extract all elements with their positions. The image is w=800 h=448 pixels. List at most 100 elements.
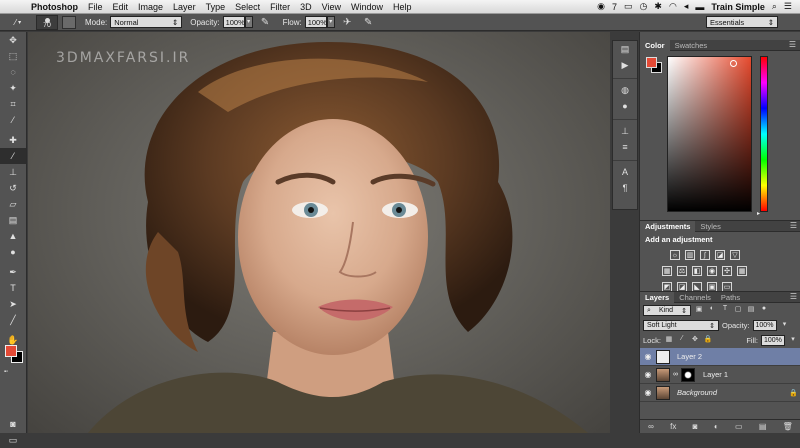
flow-slider-toggle[interactable]: ▾ <box>326 16 335 28</box>
new-adjustment-layer-icon[interactable]: ◐ <box>714 422 719 431</box>
brush-panel-toggle[interactable] <box>62 15 76 29</box>
brush-presets-panel-icon[interactable]: ◍ <box>613 82 637 98</box>
lasso-tool-icon[interactable]: ◌ <box>0 64 26 80</box>
hue-slider[interactable] <box>760 56 768 212</box>
layer-name[interactable]: Layer 1 <box>699 370 800 379</box>
screen-mode-icon[interactable]: ▭ <box>0 432 26 448</box>
user-name[interactable]: Train Simple <box>711 2 765 12</box>
color-picker-cursor[interactable] <box>730 60 737 67</box>
tab-paths[interactable]: Paths <box>716 292 745 303</box>
menu-edit[interactable]: Edit <box>108 2 134 12</box>
channel-mixer-icon[interactable]: ✣ <box>722 266 732 276</box>
pressure-opacity-icon[interactable]: ✎ <box>259 17 272 28</box>
hue-saturation-icon[interactable]: ▦ <box>662 266 672 276</box>
opacity-input[interactable]: 100% <box>222 16 245 28</box>
blur-tool-icon[interactable]: ▲ <box>0 228 26 244</box>
tool-preset-picker[interactable]: ⁄ ▾ <box>0 18 36 27</box>
lock-pixels-icon[interactable]: ⁄ <box>677 335 687 346</box>
tab-layers[interactable]: Layers <box>640 291 675 303</box>
menu-image[interactable]: Image <box>133 2 168 12</box>
filter-toggle-icon[interactable]: ● <box>759 305 769 316</box>
volume-icon[interactable]: ◂ <box>684 1 689 12</box>
workspace-switcher[interactable]: Essentials ⇕ <box>706 16 778 28</box>
opacity-slider-toggle[interactable]: ▾ <box>244 16 253 28</box>
default-colors-icon[interactable]: ▪▫ <box>0 364 26 380</box>
add-mask-icon[interactable]: ◙ <box>693 422 698 431</box>
eyedropper-tool-icon[interactable]: ⁄ <box>0 112 26 128</box>
black-white-icon[interactable]: ◧ <box>692 266 702 276</box>
gradient-tool-icon[interactable]: ▤ <box>0 212 26 228</box>
layer-name[interactable]: Layer 2 <box>673 352 800 361</box>
eraser-tool-icon[interactable]: ▱ <box>0 196 26 212</box>
paragraph-panel-icon[interactable]: ¶ <box>613 180 637 196</box>
menu-window[interactable]: Window <box>346 2 388 12</box>
move-tool-icon[interactable]: ✥ <box>0 32 26 48</box>
actions-panel-icon[interactable]: ▶ <box>613 57 637 73</box>
vibrance-icon[interactable]: ▽ <box>730 250 740 260</box>
menu-3d[interactable]: 3D <box>295 2 317 12</box>
bluetooth-icon[interactable]: ✱ <box>654 1 662 12</box>
path-selection-tool-icon[interactable]: ➤ <box>0 296 26 312</box>
tab-adjustments[interactable]: Adjustments <box>640 220 696 232</box>
menu-view[interactable]: View <box>317 2 346 12</box>
clone-stamp-tool-icon[interactable]: ⊥ <box>0 164 26 180</box>
sync-icon[interactable]: ◉ <box>597 1 605 12</box>
link-layers-icon[interactable]: ∞ <box>648 422 654 431</box>
history-panel-icon[interactable]: ▤ <box>613 41 637 57</box>
panel-menu-icon[interactable]: ☰ <box>790 221 797 230</box>
delete-layer-icon[interactable]: 🗑 <box>783 422 793 431</box>
healing-brush-tool-icon[interactable]: ✚ <box>0 132 26 148</box>
menu-filter[interactable]: Filter <box>265 2 295 12</box>
opacity-slider-toggle[interactable]: ▾ <box>780 320 790 331</box>
brush-size-picker[interactable]: 70 <box>36 14 58 30</box>
document-canvas[interactable]: 3DMAXFARSI.IR <box>28 32 610 433</box>
layer-row-layer-2[interactable]: ◉ Layer 2 <box>640 348 800 366</box>
history-brush-tool-icon[interactable]: ↺ <box>0 180 26 196</box>
layer-mask-thumbnail[interactable] <box>681 367 695 382</box>
menu-layer[interactable]: Layer <box>168 2 201 12</box>
hue-slider-marker-icon[interactable]: ▸ <box>757 210 760 217</box>
photo-filter-icon[interactable]: ◉ <box>707 266 717 276</box>
new-layer-icon[interactable]: ▤ <box>759 422 767 431</box>
layer-row-layer-1[interactable]: ◉ ∞ Layer 1 <box>640 366 800 384</box>
menu-help[interactable]: Help <box>388 2 417 12</box>
menu-type[interactable]: Type <box>201 2 231 12</box>
filter-smart-object-icon[interactable]: ▤ <box>746 305 756 316</box>
layer-filter-dropdown[interactable]: ⌕ Kind ⇕ <box>643 305 691 316</box>
layer-row-background[interactable]: ◉ Background 🔒 <box>640 384 800 402</box>
panel-menu-icon[interactable]: ☰ <box>790 292 797 301</box>
filter-type-icon[interactable]: T <box>720 305 730 316</box>
blend-mode-dropdown[interactable]: Soft Light ⇕ <box>643 320 719 331</box>
spotlight-search-icon[interactable]: ⌕ <box>772 1 777 12</box>
layer-name[interactable]: Background <box>673 388 789 397</box>
lock-all-icon[interactable]: 🔒 <box>703 335 713 346</box>
visibility-eye-icon[interactable]: ◉ <box>640 388 656 397</box>
levels-icon[interactable]: ▥ <box>685 250 695 260</box>
mode-dropdown[interactable]: Normal ⇕ <box>110 16 183 28</box>
color-panel-foreground-swatch[interactable] <box>646 57 657 68</box>
exposure-icon[interactable]: ◪ <box>715 250 725 260</box>
tab-channels[interactable]: Channels <box>674 292 716 303</box>
menu-select[interactable]: Select <box>230 2 265 12</box>
character-panel-icon[interactable]: A <box>613 164 637 180</box>
wifi-icon[interactable]: ◠ <box>669 1 677 12</box>
airbrush-icon[interactable]: ✈ <box>341 17 354 28</box>
line-tool-icon[interactable]: ╱ <box>0 312 26 328</box>
curves-icon[interactable]: ∫ <box>700 250 710 260</box>
filter-adjustment-icon[interactable]: ◐ <box>707 305 717 316</box>
filter-pixel-icon[interactable]: ▣ <box>694 305 704 316</box>
battery-icon[interactable]: ▬ <box>695 2 704 12</box>
lock-transparent-icon[interactable]: ▦ <box>664 335 674 346</box>
type-tool-icon[interactable]: T <box>0 280 26 296</box>
time-machine-icon[interactable]: ◷ <box>640 1 648 12</box>
fill-input[interactable]: 100% <box>761 335 785 346</box>
new-group-icon[interactable]: ▭ <box>735 422 743 431</box>
quick-select-tool-icon[interactable]: ✦ <box>0 80 26 96</box>
marquee-tool-icon[interactable]: ⬚ <box>0 48 26 64</box>
properties-panel-icon[interactable]: ≡ <box>613 139 637 155</box>
color-lookup-icon[interactable]: ▦ <box>737 266 747 276</box>
filter-shape-icon[interactable]: ▢ <box>733 305 743 316</box>
notification-center-icon[interactable]: ☰ <box>784 1 792 12</box>
visibility-eye-icon[interactable]: ◉ <box>640 370 656 379</box>
brush-panel-icon[interactable]: ● <box>613 98 637 114</box>
